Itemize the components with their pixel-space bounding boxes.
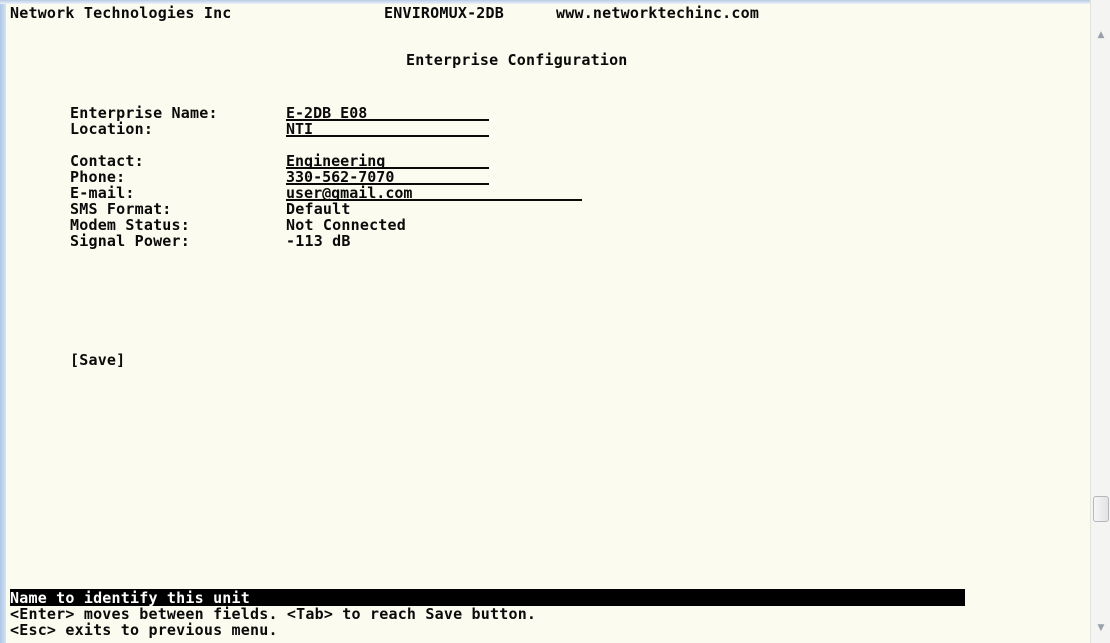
field-hint-bar: Name to identify this unit bbox=[10, 589, 965, 606]
email-label: E-mail: bbox=[70, 184, 135, 202]
sms-format-value[interactable]: Default bbox=[286, 201, 351, 217]
product-name: ENVIROMUX-2DB bbox=[384, 4, 504, 22]
phone-label: Phone: bbox=[70, 168, 126, 186]
contact-label: Contact: bbox=[70, 152, 144, 170]
modem-status-value: Not Connected bbox=[286, 216, 406, 234]
sms-format-label: SMS Format: bbox=[70, 200, 172, 218]
company-name: Network Technologies Inc bbox=[10, 4, 232, 22]
down-arrow-icon[interactable]: ▼ bbox=[1091, 613, 1110, 643]
modem-status-label: Modem Status: bbox=[70, 216, 190, 234]
signal-power-label: Signal Power: bbox=[70, 232, 190, 250]
email-field[interactable]: user@gmail.com bbox=[286, 185, 582, 201]
page-title: Enterprise Configuration bbox=[406, 51, 628, 69]
location-label: Location: bbox=[70, 120, 154, 138]
field-hint-text: Name to identify this unit bbox=[10, 589, 250, 607]
up-arrow-icon[interactable]: ▲ bbox=[1091, 0, 1110, 70]
vertical-scrollbar[interactable]: ▲ ▼ bbox=[1090, 0, 1110, 643]
enterprise-name-label: Enterprise Name: bbox=[70, 104, 218, 122]
window-left-border bbox=[0, 0, 6, 643]
phone-field[interactable]: 330-562-7070 bbox=[286, 169, 489, 185]
help-line-2: <Esc> exits to previous menu. bbox=[10, 621, 278, 639]
signal-power-value: -113 dB bbox=[286, 232, 351, 250]
save-button[interactable]: [Save] bbox=[70, 352, 125, 368]
location-field[interactable]: NTI bbox=[286, 121, 489, 137]
contact-field[interactable]: Engineering bbox=[286, 153, 489, 169]
terminal-window: Network Technologies Inc ENVIROMUX-2DB w… bbox=[0, 0, 1110, 643]
scroll-thumb[interactable] bbox=[1093, 496, 1109, 522]
scroll-track[interactable] bbox=[1091, 70, 1110, 568]
enterprise-name-field[interactable]: E-2DB E08 bbox=[286, 105, 489, 121]
terminal-screen[interactable]: Network Technologies Inc ENVIROMUX-2DB w… bbox=[10, 4, 1086, 643]
website-url: www.networktechinc.com bbox=[556, 4, 760, 22]
location-underline bbox=[286, 135, 489, 137]
help-line-1: <Enter> moves between fields. <Tab> to r… bbox=[10, 605, 537, 623]
